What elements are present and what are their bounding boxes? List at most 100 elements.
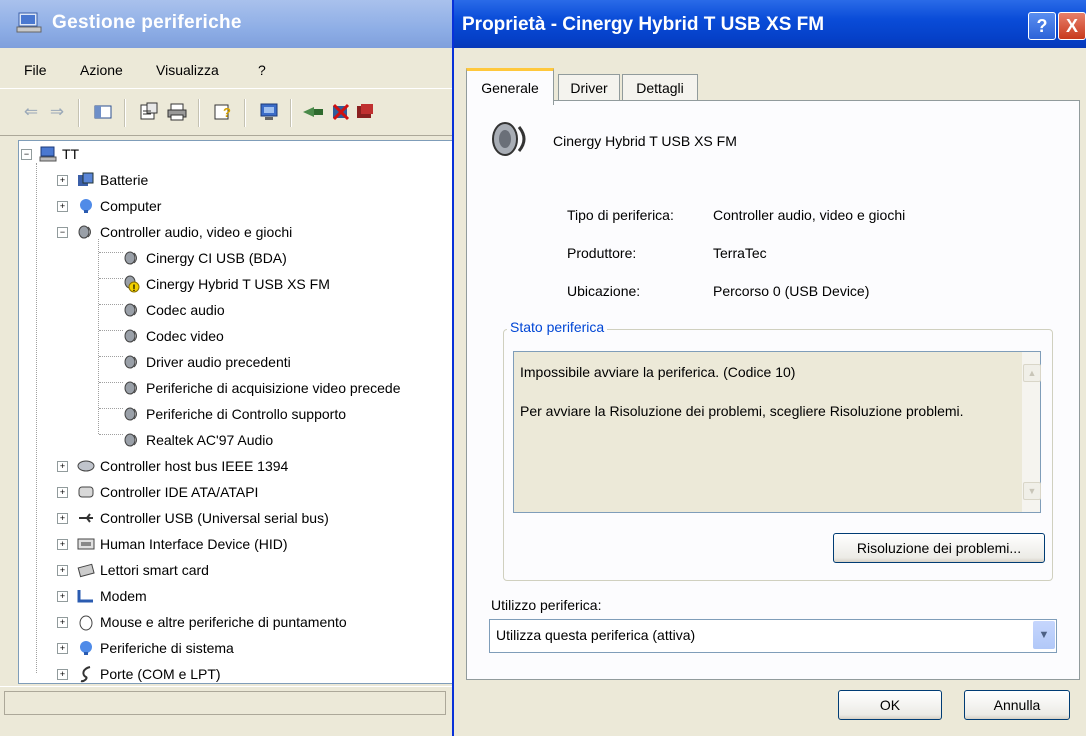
device-type-label: Tipo di periferica: — [567, 207, 674, 223]
collapse-toggle[interactable]: − — [21, 149, 32, 160]
computer-icon — [77, 197, 95, 215]
expand-toggle[interactable]: + — [57, 175, 68, 186]
tree-item-label: Modem — [100, 588, 147, 604]
tab-generale[interactable]: Generale — [466, 68, 554, 105]
expand-toggle[interactable]: + — [57, 487, 68, 498]
tree-item-usb[interactable]: Controller USB (Universal serial bus) — [77, 507, 329, 529]
tree-item-label: Periferiche di sistema — [100, 640, 234, 656]
update-driver-icon[interactable] — [302, 101, 324, 123]
tab-dettagli[interactable]: Dettagli — [622, 74, 698, 101]
menu-visualizza[interactable]: Visualizza — [156, 62, 219, 78]
tree-connector — [99, 382, 123, 383]
tree-item-label: Codec audio — [146, 302, 225, 318]
tree-item-system[interactable]: Periferiche di sistema — [77, 637, 234, 659]
tree-root[interactable]: TT — [39, 143, 79, 165]
tree-child-codec-video[interactable]: Codec video — [123, 325, 224, 347]
back-arrow-icon[interactable]: ⇐ — [20, 101, 42, 123]
tree-child-legacy-video-capture[interactable]: Periferiche di acquisizione video preced… — [123, 377, 400, 399]
location-label: Ubicazione: — [567, 283, 641, 299]
device-usage-select[interactable]: Utilizza questa periferica (attiva) ▼ — [489, 619, 1057, 653]
tree-item-computer[interactable]: Computer — [77, 195, 161, 217]
tree-item-ide[interactable]: Controller IDE ATA/ATAPI — [77, 481, 258, 503]
print-icon[interactable] — [166, 101, 188, 123]
computer-icon — [16, 12, 42, 33]
expand-toggle[interactable]: + — [57, 513, 68, 524]
disable-device-icon[interactable] — [330, 101, 352, 123]
menu-help[interactable]: ? — [258, 62, 266, 78]
toolbar-separator — [124, 99, 126, 127]
expand-toggle[interactable]: + — [57, 617, 68, 628]
system-device-icon — [77, 639, 95, 657]
tree-child-codec-audio[interactable]: Codec audio — [123, 299, 225, 321]
computer-icon — [39, 145, 57, 163]
tree-item-hid[interactable]: Human Interface Device (HID) — [77, 533, 288, 555]
tree-connector — [99, 434, 123, 435]
menu-file[interactable]: File — [24, 62, 47, 78]
ok-button[interactable]: OK — [838, 690, 942, 720]
toolbar-separator — [290, 99, 292, 127]
uninstall-device-icon[interactable] — [354, 101, 376, 123]
tree-item-label: Porte (COM e LPT) — [100, 666, 221, 682]
toolbar: ⇐ ⇒ ? — [0, 88, 458, 136]
dialog-titlebar[interactable]: Proprietà - Cinergy Hybrid T USB XS FM ?… — [454, 0, 1086, 48]
toolbar-separator — [78, 99, 80, 127]
show-hide-tree-icon[interactable] — [92, 101, 114, 123]
cancel-button[interactable]: Annulla — [964, 690, 1070, 720]
properties-icon[interactable] — [138, 101, 160, 123]
menu-azione[interactable]: Azione — [80, 62, 123, 78]
tree-item-label: Controller audio, video e giochi — [100, 224, 293, 240]
scroll-up-icon[interactable]: ▲ — [1023, 364, 1041, 382]
firewire-icon — [77, 457, 95, 475]
tree-child-cinergy-ci[interactable]: Cinergy CI USB (BDA) — [123, 247, 287, 269]
device-tree[interactable]: − TT + Batterie + Computer − Controller … — [18, 140, 459, 684]
toolbar-separator — [244, 99, 246, 127]
tree-child-realtek[interactable]: Realtek AC'97 Audio — [123, 429, 273, 451]
expand-toggle[interactable]: + — [57, 461, 68, 472]
forward-arrow-icon[interactable]: ⇒ — [46, 101, 68, 123]
tree-child-media-control[interactable]: Periferiche di Controllo supporto — [123, 403, 346, 425]
properties-dialog: Proprietà - Cinergy Hybrid T USB XS FM ?… — [452, 0, 1086, 736]
expand-toggle[interactable]: + — [57, 591, 68, 602]
close-button[interactable]: X — [1058, 12, 1086, 40]
location-value: Percorso 0 (USB Device) — [713, 283, 870, 299]
expand-toggle[interactable]: + — [57, 565, 68, 576]
device-status-textbox[interactable]: Impossibile avviare la periferica. (Codi… — [513, 351, 1041, 513]
expand-toggle[interactable]: + — [57, 201, 68, 212]
expand-toggle[interactable]: + — [57, 539, 68, 550]
tree-connector — [99, 356, 123, 357]
status-help-text: Per avviare la Risoluzione dei problemi,… — [520, 403, 964, 419]
tree-item-smart-card[interactable]: Lettori smart card — [77, 559, 209, 581]
tree-item-ports[interactable]: Porte (COM e LPT) — [77, 663, 221, 683]
tree-item-label: Driver audio precedenti — [146, 354, 291, 370]
scan-hardware-icon[interactable] — [258, 101, 280, 123]
tree-item-modem[interactable]: Modem — [77, 585, 147, 607]
scroll-down-icon[interactable]: ▼ — [1023, 482, 1041, 500]
tab-driver[interactable]: Driver — [558, 74, 620, 101]
tree-item-mouse[interactable]: Mouse e altre periferiche di puntamento — [77, 611, 347, 633]
troubleshoot-button[interactable]: Risoluzione dei problemi... — [833, 533, 1045, 563]
tree-item-ieee1394[interactable]: Controller host bus IEEE 1394 — [77, 455, 288, 477]
collapse-toggle[interactable]: − — [57, 227, 68, 238]
device-usage-label: Utilizzo periferica: — [491, 597, 602, 613]
dialog-title: Proprietà - Cinergy Hybrid T USB XS FM — [462, 14, 825, 35]
tree-item-label: Human Interface Device (HID) — [100, 536, 288, 552]
hid-icon — [77, 535, 95, 553]
tree-connector — [99, 304, 123, 305]
device-manager-titlebar[interactable]: Gestione periferiche — [0, 0, 458, 48]
expand-toggle[interactable]: + — [57, 643, 68, 654]
menu-bar: File Azione Visualizza ? — [0, 48, 458, 88]
tree-child-legacy-audio[interactable]: Driver audio precedenti — [123, 351, 291, 373]
expand-toggle[interactable]: + — [57, 669, 68, 680]
tree-child-cinergy-hybrid[interactable]: ! Cinergy Hybrid T USB XS FM — [123, 273, 330, 295]
tree-item-audio-controllers[interactable]: Controller audio, video e giochi — [77, 221, 292, 243]
status-scrollbar[interactable]: ▲ ▼ — [1022, 352, 1041, 512]
ide-controller-icon — [77, 483, 95, 501]
status-error-text: Impossibile avviare la periferica. (Codi… — [520, 364, 796, 380]
tree-item-batterie[interactable]: Batterie — [77, 169, 148, 191]
speaker-icon — [123, 431, 141, 449]
help-button[interactable]: ? — [1028, 12, 1056, 40]
toolbar-separator — [198, 99, 200, 127]
mouse-icon — [77, 613, 95, 631]
chevron-down-icon[interactable]: ▼ — [1033, 621, 1055, 649]
help-icon[interactable]: ? — [212, 101, 234, 123]
